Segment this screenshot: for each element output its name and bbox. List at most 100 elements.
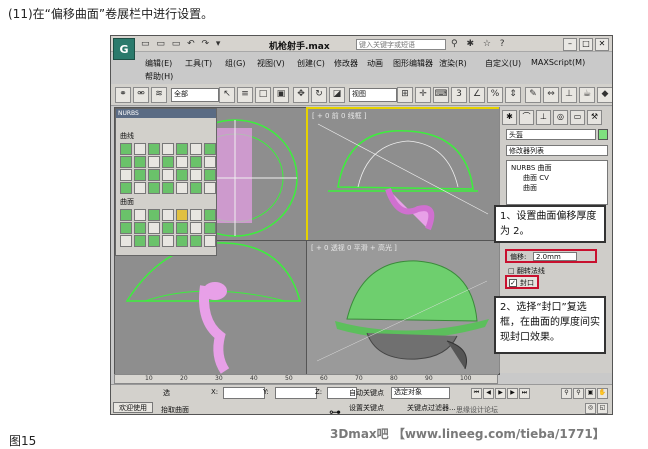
viewport-left[interactable]	[114, 240, 307, 375]
hierarchy-tab-icon[interactable]: ⊥	[536, 110, 551, 125]
x-label: X:	[211, 388, 219, 396]
selected-object-combo[interactable]: 选定对象	[391, 387, 450, 399]
menu-views[interactable]: 视图(V)	[257, 58, 285, 69]
title-toolbar-icons[interactable]: ⚲ ✱ ☆ ?	[451, 39, 508, 49]
maximize-viewport-icon[interactable]: ◱	[597, 403, 608, 414]
align-icon[interactable]: ⊥	[561, 87, 577, 103]
surface-tools-row-1[interactable]	[120, 209, 216, 221]
snaps-icon[interactable]: 3	[451, 87, 467, 103]
viewport-front[interactable]: [ + 0 前 0 线框 ]	[306, 107, 502, 243]
pivot-icon[interactable]: ⊞	[397, 87, 413, 103]
render-teapot-icon[interactable]: ☕	[579, 87, 595, 103]
modify-tab-icon[interactable]: ⌒	[519, 110, 534, 125]
menu-graph-editors[interactable]: 图形编辑器	[393, 58, 433, 69]
object-color-swatch[interactable]	[598, 129, 608, 140]
window-crossing-icon[interactable]: ▣	[273, 87, 289, 103]
close-icon[interactable]: ✕	[595, 38, 609, 51]
mirror-icon[interactable]: ⇔	[543, 87, 559, 103]
utilities-tab-icon[interactable]: ⚒	[587, 110, 602, 125]
key-filters-button[interactable]: 关键点过滤器...	[407, 403, 456, 413]
pan-icon[interactable]: ✋	[597, 388, 608, 399]
go-start-icon[interactable]: ⏮	[471, 388, 482, 399]
reference-coord-combo[interactable]: 视图	[349, 88, 397, 102]
app-logo[interactable]: G	[113, 38, 135, 60]
offset-spinner[interactable]: 2.0mm	[533, 252, 577, 261]
menu-rendering[interactable]: 渲染(R)	[439, 58, 467, 69]
zoom-icon[interactable]: ⚲	[561, 388, 572, 399]
scale-icon[interactable]: ◪	[329, 87, 345, 103]
welcome-button[interactable]: 欢迎使用	[113, 402, 153, 413]
next-frame-icon[interactable]: ▶	[507, 388, 518, 399]
object-name-field[interactable]: 头盔	[506, 129, 596, 140]
select-by-name-icon[interactable]: ≡	[237, 87, 253, 103]
menu-edit[interactable]: 编辑(E)	[145, 58, 172, 69]
menu-bar: 编辑(E) 工具(T) 组(G) 视图(V) 创建(C) 修改器 动画 图形编辑…	[139, 53, 609, 81]
keyboard-shortcut-icon[interactable]: ⌨	[433, 87, 449, 103]
curve-tools-row-4[interactable]	[120, 182, 216, 194]
viewport-perspective[interactable]: [ + 0 透视 0 平滑 + 高光 ]	[306, 240, 500, 375]
rect-selection-icon[interactable]: □	[255, 87, 271, 103]
go-end-icon[interactable]: ⏭	[519, 388, 530, 399]
maximize-icon[interactable]: □	[579, 38, 593, 51]
palette-curves-label: 曲线	[120, 132, 134, 140]
menu-animation[interactable]: 动画	[367, 58, 383, 69]
menu-customize[interactable]: 自定义(U)	[485, 58, 521, 69]
render-icon[interactable]: ◆	[597, 87, 612, 103]
percent-snap-icon[interactable]: %	[487, 87, 503, 103]
stack-item-surface-cv[interactable]: 曲面 CV	[523, 173, 549, 183]
modifier-stack: NURBS 曲面 曲面 CV 曲面	[506, 160, 608, 205]
timeline[interactable]: 10 20 30 40 50 60 70 80 90 100	[114, 374, 498, 384]
named-selection-icon[interactable]: ✎	[525, 87, 541, 103]
curve-tools-row-3[interactable]	[120, 169, 216, 181]
spinner-snap-icon[interactable]: ⇕	[505, 87, 521, 103]
x-coordinate-field[interactable]	[223, 387, 265, 399]
modifier-list-dropdown[interactable]: 修改器列表	[506, 145, 608, 156]
select-object-icon[interactable]: ↖	[219, 87, 235, 103]
menu-help[interactable]: 帮助(H)	[145, 71, 173, 82]
menu-modifiers[interactable]: 修改器	[334, 58, 358, 69]
viewport-perspective-label[interactable]: [ + 0 透视 0 平滑 + 高光 ]	[311, 243, 397, 253]
auto-key-button[interactable]: 自动关键点	[349, 388, 384, 398]
surface-tools-row-2[interactable]	[120, 222, 216, 234]
minimize-icon[interactable]: –	[563, 38, 577, 51]
palette-title[interactable]: NURBS	[116, 109, 216, 118]
zoom-all-icon[interactable]: ⚲	[573, 388, 584, 399]
z-label: Z:	[315, 388, 323, 396]
motion-tab-icon[interactable]: ◎	[553, 110, 568, 125]
stack-item-surface[interactable]: 曲面	[523, 183, 537, 193]
menu-tools[interactable]: 工具(T)	[185, 58, 212, 69]
select-manipulate-icon[interactable]: ✛	[415, 87, 431, 103]
timeline-tick: 30	[215, 375, 223, 382]
unlink-icon[interactable]: ⚮	[133, 87, 149, 103]
cap-checkbox[interactable]: ✓	[509, 279, 517, 287]
search-input[interactable]: 键入关键字或短语	[356, 39, 446, 50]
stack-item-nurbs-surface[interactable]: NURBS 曲面	[511, 163, 552, 173]
viewport-front-label[interactable]: [ + 0 前 0 线框 ]	[312, 111, 367, 121]
menu-group[interactable]: 组(G)	[225, 58, 245, 69]
timeline-tick: 70	[355, 375, 363, 382]
surface-tools-row-3[interactable]	[120, 235, 216, 247]
set-key-button[interactable]: 设置关键点	[349, 403, 384, 413]
key-icon[interactable]: ⊶	[329, 405, 341, 414]
rotate-icon[interactable]: ↻	[311, 87, 327, 103]
curve-tools-row-2[interactable]	[120, 156, 216, 168]
display-tab-icon[interactable]: ▭	[570, 110, 585, 125]
move-icon[interactable]: ✥	[293, 87, 309, 103]
curve-tools-row-1[interactable]	[120, 143, 216, 155]
play-icon[interactable]: ▶	[495, 388, 506, 399]
timeline-tick: 90	[425, 375, 433, 382]
angle-snap-icon[interactable]: ∠	[469, 87, 485, 103]
bind-space-warp-icon[interactable]: ≋	[151, 87, 167, 103]
y-coordinate-field[interactable]	[275, 387, 317, 399]
prev-frame-icon[interactable]: ◀	[483, 388, 494, 399]
selection-filter-combo[interactable]: 全部	[171, 88, 219, 102]
create-tab-icon[interactable]: ✱	[502, 110, 517, 125]
callout-offset-thickness: 1、设置曲面偏移厚度为 2。	[494, 205, 606, 243]
step-caption: (11)在“偏移曲面”卷展栏中进行设置。	[8, 7, 214, 21]
link-icon[interactable]: ⚭	[115, 87, 131, 103]
menu-maxscript[interactable]: MAXScript(M)	[531, 58, 585, 67]
menu-create[interactable]: 创建(C)	[297, 58, 325, 69]
orbit-icon[interactable]: ◎	[585, 403, 596, 414]
quick-access-icons[interactable]: ▭ ▭ ▭ ↶ ↷ ▾	[141, 39, 222, 49]
zoom-extents-icon[interactable]: ▣	[585, 388, 596, 399]
